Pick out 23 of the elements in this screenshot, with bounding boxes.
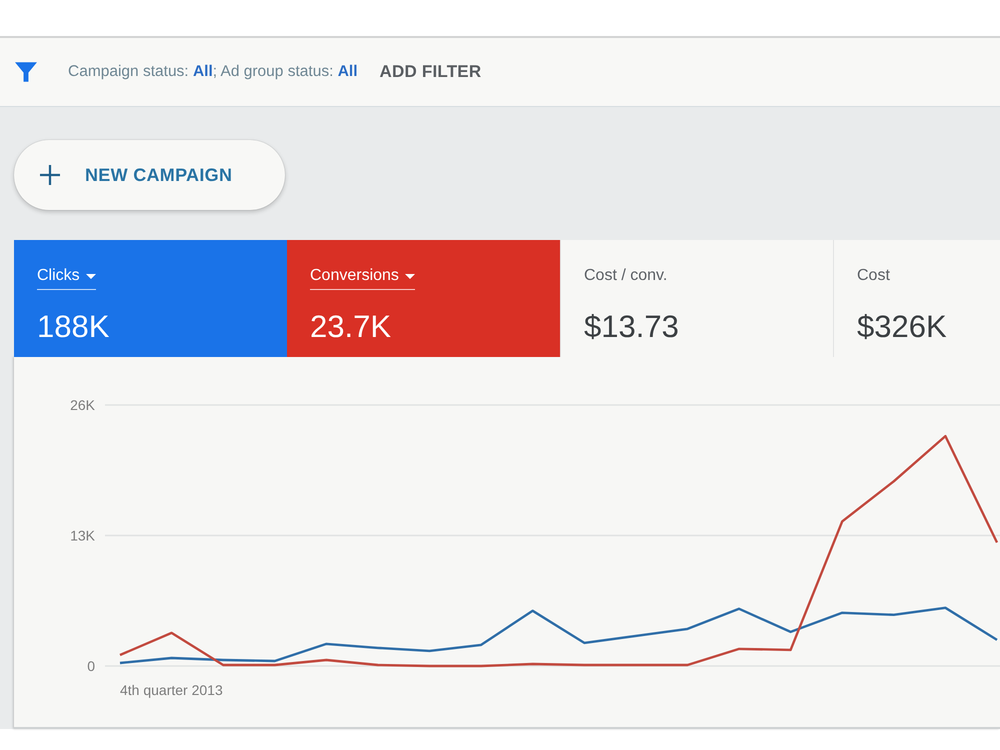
metric-dropdown[interactable]: Conversions — [310, 267, 415, 290]
metric-label: Cost — [857, 267, 890, 286]
axis-label: 0 — [87, 658, 95, 674]
filter-icon — [15, 62, 37, 82]
filter-summary: Campaign status: All; Ad group status: All — [68, 63, 358, 81]
caret-icon — [86, 274, 96, 278]
axis-label: 13K — [70, 528, 95, 544]
metric-value: $13.73 — [584, 309, 679, 345]
axis-label: 26K — [70, 397, 95, 413]
metric-card[interactable]: Cost $326K — [833, 240, 1000, 357]
metric-value: 23.7K — [310, 309, 392, 345]
plus-icon — [40, 165, 60, 185]
metric-label: Cost / conv. — [584, 267, 668, 286]
metric-value: 188K — [37, 309, 110, 345]
metric-card[interactable]: Clicks 188K — [14, 240, 287, 357]
metric-card[interactable]: Cost / conv. $13.73 — [560, 240, 833, 357]
axis-label: 4th quarter 2013 — [120, 682, 223, 698]
metric-card[interactable]: Conversions 23.7K — [287, 240, 560, 357]
add-filter-button[interactable]: ADD FILTER — [380, 62, 482, 82]
new-campaign-button[interactable]: NEW CAMPAIGN — [14, 140, 285, 210]
metric-value: $326K — [857, 309, 947, 345]
caret-icon — [404, 274, 415, 278]
metric-dropdown[interactable]: Clicks — [37, 267, 96, 290]
